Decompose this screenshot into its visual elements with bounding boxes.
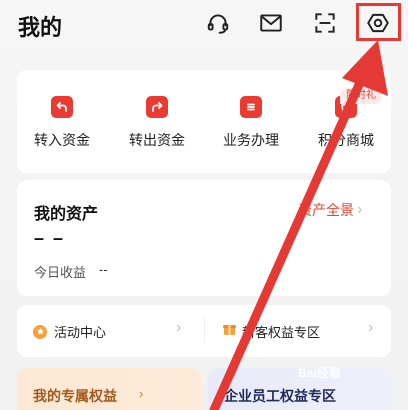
- today-earnings-value: --: [99, 262, 108, 277]
- chevron-right-icon: ›: [368, 319, 374, 336]
- assets-overview-label: 资产全景: [298, 202, 354, 218]
- transfer-in-icon: [51, 96, 73, 118]
- limited-gift-badge: 限时礼: [340, 88, 382, 104]
- scan-icon[interactable]: [310, 8, 340, 38]
- transfer-in-button[interactable]: 转入资金: [17, 96, 107, 150]
- enterprise-benefits-label: 企业员工权益专区: [224, 388, 336, 404]
- exclusive-benefits-banner[interactable]: 我的专属权益 ›: [17, 368, 201, 410]
- watermark: Bai经验: [298, 366, 341, 380]
- new-customer-label: 新客权益专区: [242, 324, 321, 340]
- headset-icon[interactable]: [203, 8, 233, 38]
- settings-highlight-box: [356, 3, 401, 41]
- points-mall-label: 积分商城: [318, 132, 374, 148]
- mail-icon[interactable]: [256, 8, 286, 38]
- business-button[interactable]: 业务办理: [206, 96, 296, 150]
- exclusive-benefits-label: 我的专属权益: [33, 388, 117, 404]
- transfer-out-button[interactable]: 转出资金: [112, 96, 202, 150]
- transfer-out-label: 转出资金: [129, 132, 185, 148]
- business-label: 业务办理: [223, 132, 279, 148]
- points-mall-button[interactable]: 积分商城: [301, 96, 391, 150]
- activity-center-label: 活动中心: [54, 325, 107, 340]
- gift-icon: [222, 321, 237, 341]
- activity-center-link[interactable]: 活动中心: [33, 322, 106, 341]
- assets-title: 我的资产: [34, 206, 99, 223]
- new-customer-link[interactable]: 新客权益专区: [222, 321, 320, 341]
- transfer-in-label: 转入资金: [34, 132, 90, 148]
- business-icon: [240, 96, 262, 118]
- assets-overview-link[interactable]: 资产全景 ›: [298, 200, 362, 220]
- star-icon: [33, 324, 47, 339]
- chevron-right-icon: ›: [176, 319, 182, 336]
- divider: [204, 318, 205, 342]
- today-earnings-label: 今日收益: [34, 265, 87, 280]
- page-title: 我的: [18, 15, 63, 40]
- chevron-right-icon: ›: [357, 201, 363, 218]
- chevron-right-icon: ›: [139, 386, 144, 401]
- assets-amount: – –: [34, 228, 66, 248]
- transfer-out-icon: [146, 96, 168, 118]
